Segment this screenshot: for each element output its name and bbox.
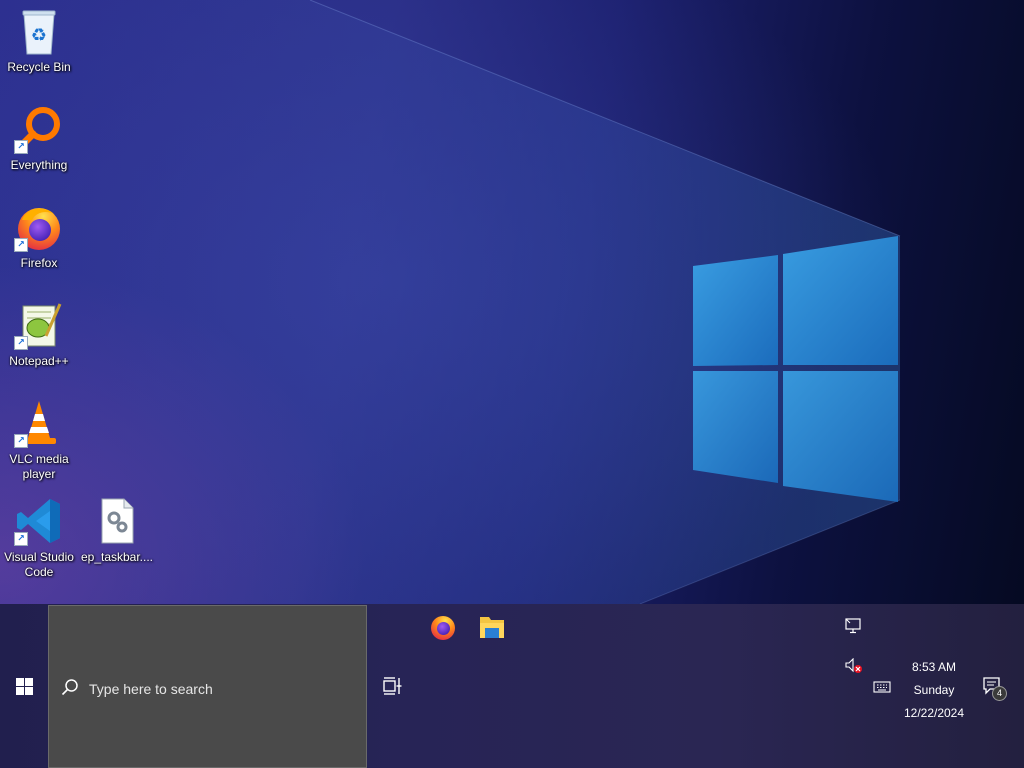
volume-muted-icon[interactable]	[845, 658, 863, 674]
desktop-icon-vscode[interactable]: ↗ Visual Studio Code	[0, 496, 79, 580]
shortcut-arrow-icon: ↗	[14, 140, 28, 154]
svg-text:♻: ♻	[31, 25, 47, 46]
clock-time: 8:53 AM	[911, 660, 957, 674]
desktop-wallpaper: ♻ Recycle Bin ↗ Everything ↗ Firefox ↗ N…	[0, 0, 1024, 604]
folder-icon	[480, 617, 504, 638]
taskbar-app-file-explorer[interactable]	[476, 612, 508, 642]
desktop-icon-label: ep_taskbar....	[80, 550, 154, 564]
desktop-icon-firefox[interactable]: ↗ Firefox	[0, 202, 79, 271]
desktop-icon-label: VLC media player	[9, 452, 69, 481]
vlc-cone-icon: ↗	[14, 398, 64, 448]
firefox-icon	[431, 616, 455, 640]
taskbar-search-box[interactable]	[48, 605, 367, 768]
network-icon[interactable]	[845, 618, 863, 634]
clock-date: 12/22/2024	[903, 706, 965, 720]
firefox-icon: ↗	[14, 202, 64, 252]
desktop-icon-label: Notepad++	[9, 354, 69, 368]
desktop-icon-label: Recycle Bin	[7, 60, 71, 74]
desktop-icon-label: Visual Studio Code	[4, 550, 74, 579]
system-clock[interactable]: 8:53 AM Sunday 12/22/2024	[898, 656, 970, 725]
taskbar-app-firefox[interactable]	[427, 612, 459, 642]
clock-day: Sunday	[913, 683, 955, 697]
recycle-bin-icon: ♻	[14, 6, 64, 56]
shortcut-arrow-icon: ↗	[14, 532, 28, 546]
search-icon	[61, 679, 78, 696]
notepad-plus-plus-icon: ↗	[14, 300, 64, 350]
search-input[interactable]	[87, 678, 351, 700]
shortcut-arrow-icon: ↗	[14, 336, 28, 350]
desktop-icon-label: Everything	[10, 158, 68, 172]
everything-search-icon: ↗	[14, 104, 64, 154]
windows-logo-icon	[16, 678, 33, 695]
desktop-icon-ep-taskbar[interactable]: ep_taskbar....	[77, 496, 157, 565]
desktop-icon-label: Firefox	[20, 256, 58, 270]
desktop-icon-notepad-plus-plus[interactable]: ↗ Notepad++	[0, 300, 79, 369]
desktop-icon-everything[interactable]: ↗ Everything	[0, 104, 79, 173]
desktop-icon-recycle-bin[interactable]: ♻ Recycle Bin	[0, 6, 79, 75]
shortcut-arrow-icon: ↗	[14, 238, 28, 252]
notification-count-badge: 4	[992, 686, 1007, 701]
taskbar: 8:53 AM Sunday 12/22/2024 4	[0, 604, 1024, 768]
settings-file-icon	[92, 496, 142, 546]
shortcut-arrow-icon: ↗	[14, 434, 28, 448]
action-center-button[interactable]: 4	[982, 676, 1007, 701]
vscode-icon: ↗	[14, 496, 64, 546]
task-view-icon[interactable]	[383, 676, 403, 696]
touch-keyboard-icon[interactable]	[873, 679, 891, 695]
start-button[interactable]	[0, 604, 48, 768]
desktop-icon-vlc[interactable]: ↗ VLC media player	[0, 398, 79, 482]
